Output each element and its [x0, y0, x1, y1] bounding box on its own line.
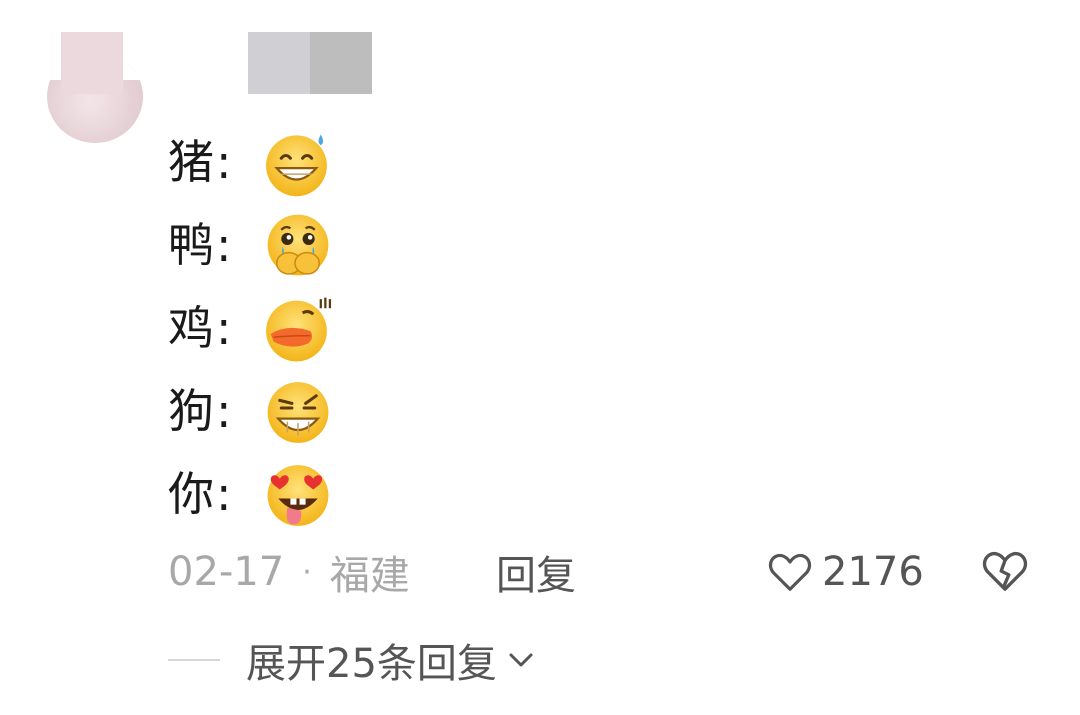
line-label: 狗:	[168, 383, 234, 438]
comment-line: 鸭:	[168, 203, 336, 286]
expand-replies-label: 展开25条回复	[246, 641, 497, 687]
heart-icon	[768, 553, 812, 591]
reply-button[interactable]: 回复	[496, 543, 576, 601]
broken-heart-icon[interactable]	[982, 550, 1028, 592]
line-label: 你:	[168, 466, 234, 521]
meta-separator: ·	[302, 554, 312, 590]
comment-date: 02-17	[168, 549, 285, 595]
expand-replies[interactable]: 展开25条回复	[168, 632, 535, 688]
like-button[interactable]: 2176	[768, 549, 924, 595]
comment-line: 狗:	[168, 369, 336, 452]
avatar-mosaic	[61, 32, 123, 94]
comment-location: 福建	[329, 553, 410, 599]
comment-line: 你:	[168, 452, 336, 535]
line-label: 鸭:	[168, 217, 234, 272]
comment-line: 鸡:	[168, 286, 336, 369]
comment-line: 猪:	[168, 120, 336, 203]
avatar[interactable]	[47, 28, 143, 143]
crying-cover-mouth-emoji-icon	[267, 214, 329, 275]
comment-body: 猪: 鸭: 鸡: 狗: 你:	[168, 120, 336, 535]
line-label: 猪:	[168, 134, 234, 189]
comment-meta: 02-17 · 福建 回复 2176	[168, 544, 1048, 600]
like-count: 2176	[822, 549, 924, 595]
line-label: 鸡:	[168, 300, 234, 355]
duck-lips-emoji-icon	[266, 297, 332, 361]
heart-eyes-tongue-emoji-icon	[267, 464, 329, 526]
username-blurred[interactable]	[248, 32, 372, 94]
chevron-down-icon	[509, 653, 533, 667]
sweat-grin-emoji-icon	[266, 134, 327, 196]
smirk-grin-emoji-icon	[267, 381, 329, 443]
divider	[168, 659, 220, 661]
